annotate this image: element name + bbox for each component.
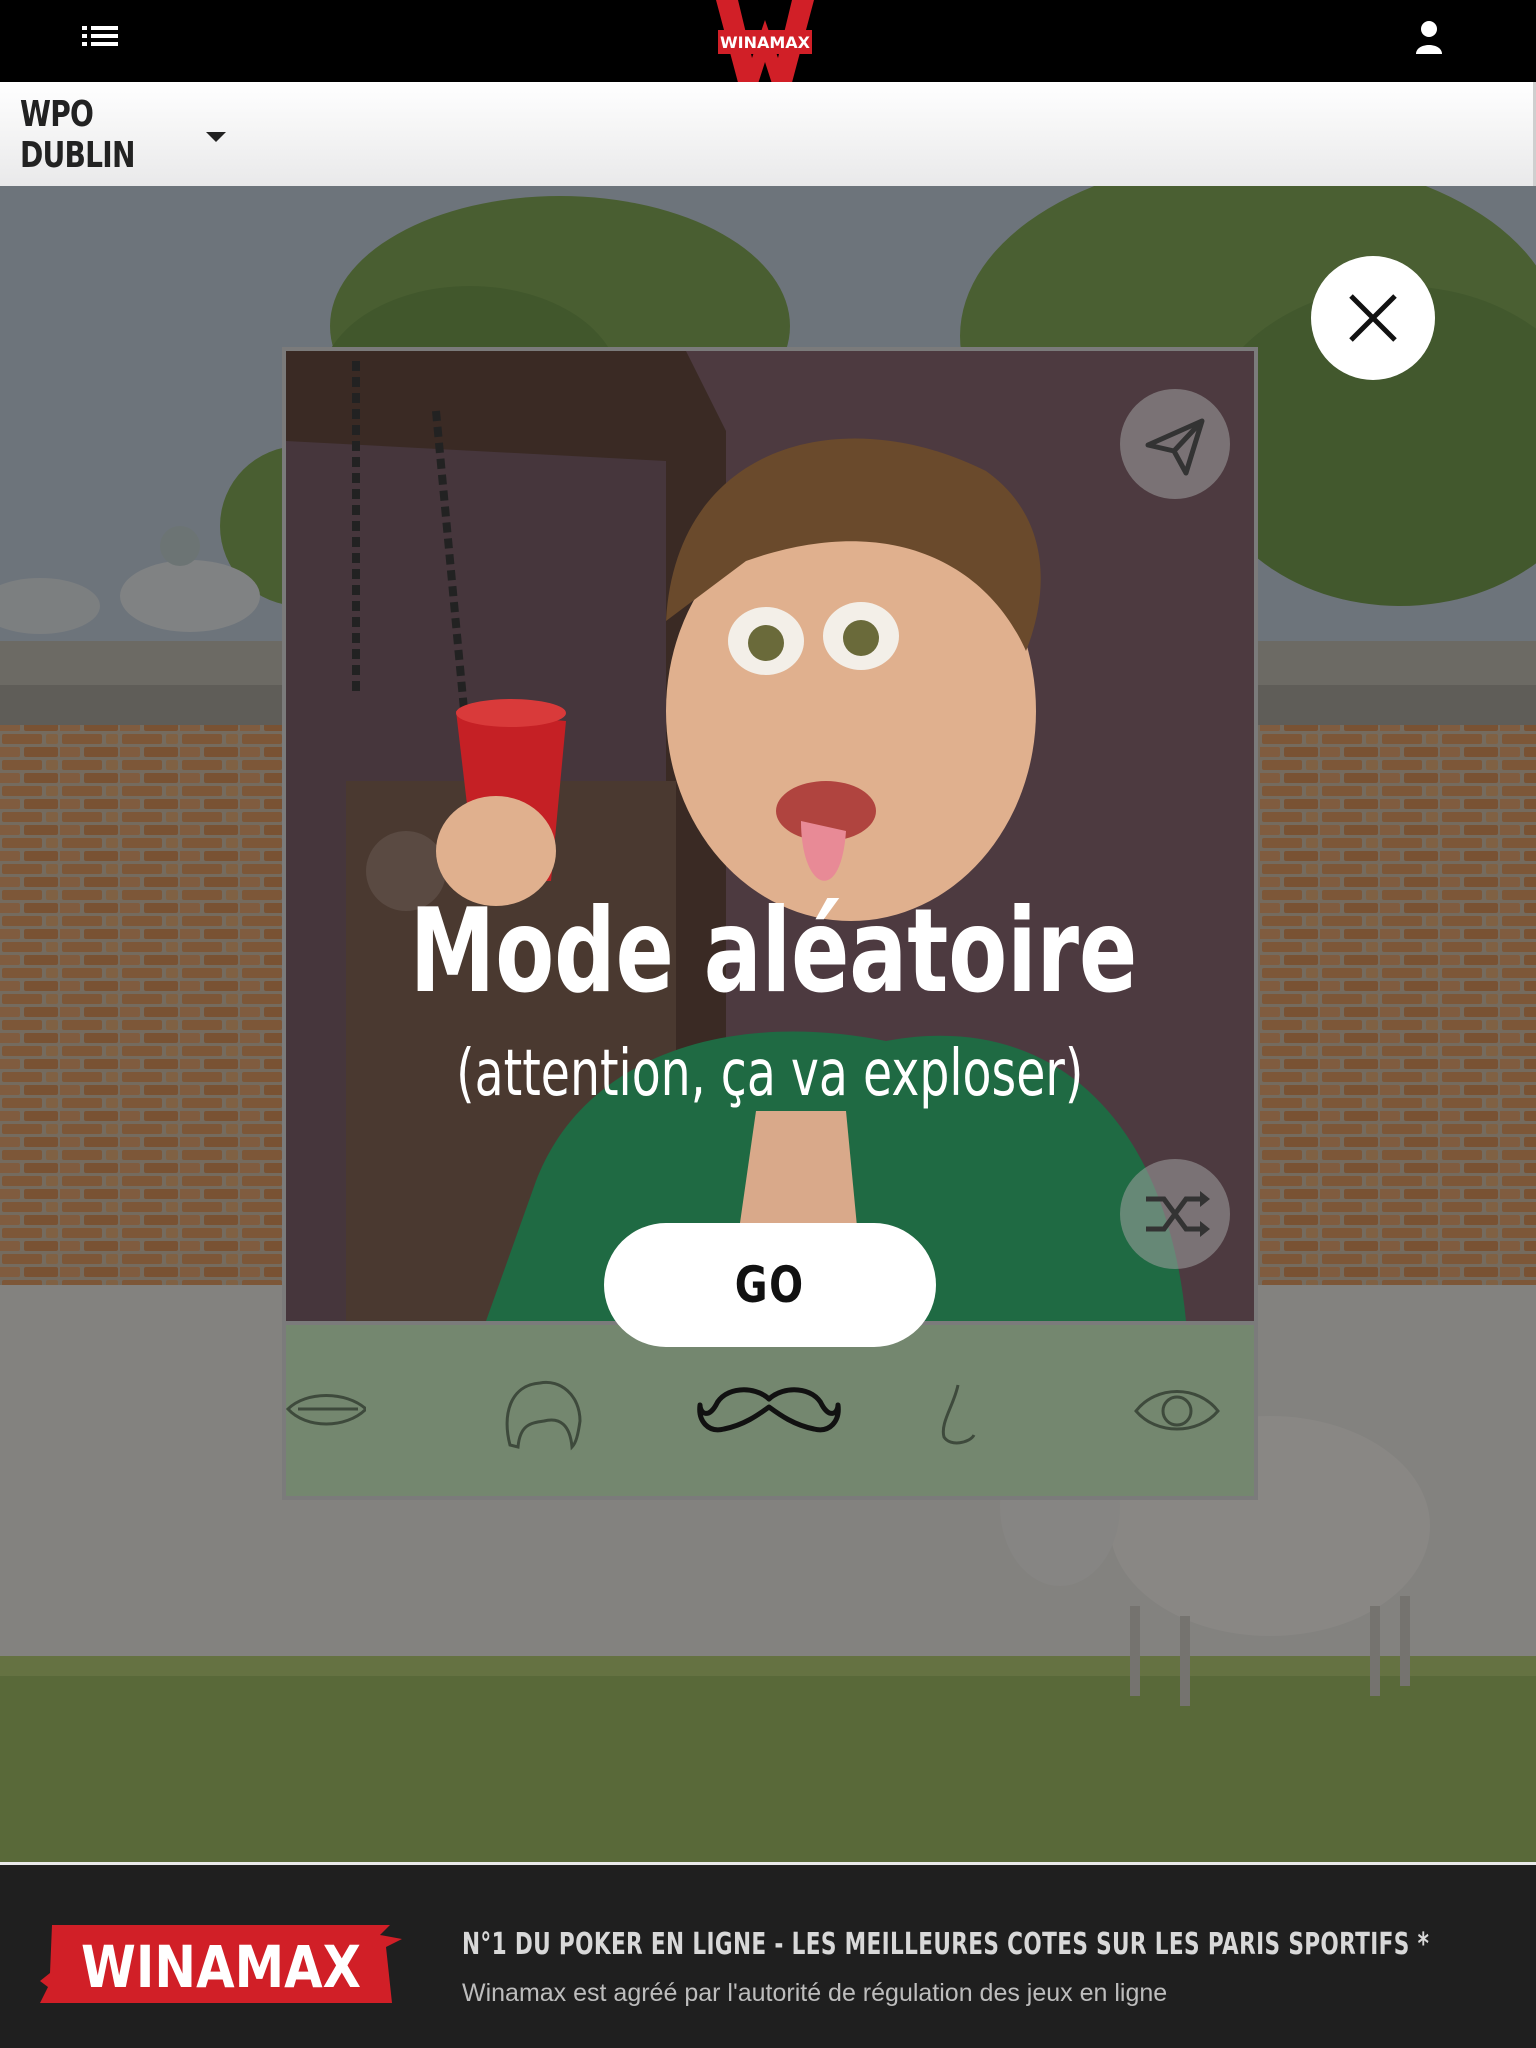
footer-tagline: N°1 DU POKER EN LIGNE - LES MEILLEURES C…: [462, 1927, 1430, 1962]
feature-selector-bar: [286, 1325, 1254, 1496]
close-button[interactable]: [1311, 256, 1435, 380]
lips-icon: [286, 1394, 366, 1426]
event-selector-label: WPO DUBLIN: [20, 94, 135, 176]
feature-eye[interactable]: [1132, 1325, 1222, 1496]
feature-lips[interactable]: [286, 1325, 366, 1496]
share-button[interactable]: [1120, 389, 1230, 499]
mustache-icon: [697, 1387, 841, 1433]
shuffle-icon: [1146, 1191, 1210, 1237]
modal-title: Mode aléatoire: [409, 884, 1138, 1019]
hair-icon: [505, 1380, 582, 1451]
modal-subtitle: (attention, ça va exploser): [456, 1037, 1084, 1111]
avatar-preview: [286, 351, 1254, 1321]
nose-icon: [941, 1384, 976, 1445]
feature-nose[interactable]: [934, 1325, 994, 1496]
go-button[interactable]: GO: [604, 1223, 936, 1347]
winamax-logo[interactable]: WINAMAX: [712, 0, 818, 90]
event-subheader: WPO DUBLIN: [0, 82, 1536, 186]
go-button-label: GO: [734, 1256, 806, 1314]
footer: WINAMAX N°1 DU POKER EN LIGNE - LES MEIL…: [0, 1862, 1536, 2048]
top-navigation-bar: WINAMAX: [0, 0, 1536, 90]
list-icon[interactable]: [82, 24, 118, 54]
winamax-logo-text: WINAMAX: [720, 33, 811, 52]
feature-hair[interactable]: [500, 1325, 590, 1496]
feature-mustache[interactable]: [694, 1325, 844, 1496]
caret-down-icon: [206, 132, 226, 142]
footer-winamax-logo[interactable]: WINAMAX: [40, 1925, 402, 2003]
eye-icon: [1134, 1390, 1220, 1431]
user-icon[interactable]: [1414, 20, 1444, 56]
footer-logo-text: WINAMAX: [81, 1933, 361, 2001]
paper-plane-icon: [1145, 418, 1205, 476]
randomize-button[interactable]: [1120, 1159, 1230, 1269]
footer-legal-text: Winamax est agréé par l'autorité de régu…: [462, 1979, 1168, 2007]
close-icon: [1349, 294, 1397, 342]
event-selector[interactable]: WPO DUBLIN: [20, 94, 226, 176]
